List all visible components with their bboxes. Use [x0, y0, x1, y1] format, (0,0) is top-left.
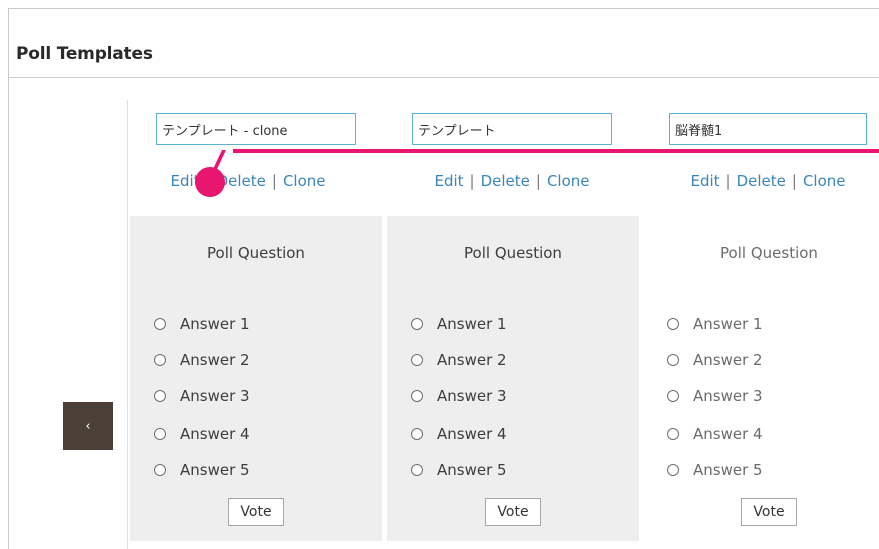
radio-button[interactable] — [154, 390, 166, 402]
radio-button[interactable] — [667, 428, 679, 440]
answer-option[interactable]: Answer 3 — [667, 386, 763, 406]
answer-label: Answer 5 — [437, 461, 507, 479]
template-name-input-1[interactable] — [156, 113, 356, 145]
answer-option[interactable]: Answer 4 — [667, 424, 763, 444]
poll-question: Poll Question — [720, 244, 818, 262]
panel-title: Poll Templates — [16, 44, 153, 64]
answer-label: Answer 5 — [693, 461, 763, 479]
answer-label: Answer 1 — [693, 315, 763, 333]
radio-button[interactable] — [411, 354, 423, 366]
answer-option[interactable]: Answer 2 — [411, 350, 507, 370]
answer-label: Answer 4 — [437, 425, 507, 443]
radio-button[interactable] — [411, 318, 423, 330]
answer-label: Answer 3 — [437, 387, 507, 405]
answer-option[interactable]: Answer 4 — [411, 424, 507, 444]
edit-link[interactable]: Edit — [690, 172, 719, 190]
template-name-input-3[interactable] — [669, 113, 867, 145]
link-separator: | — [535, 172, 541, 190]
answer-label: Answer 2 — [437, 351, 507, 369]
answer-option[interactable]: Answer 1 — [667, 314, 763, 334]
answer-option[interactable]: Answer 5 — [667, 460, 763, 480]
radio-button[interactable] — [667, 390, 679, 402]
link-separator: | — [791, 172, 797, 190]
answer-label: Answer 1 — [180, 315, 250, 333]
answer-option[interactable]: Answer 5 — [411, 460, 507, 480]
poll-preview-card-1: Poll Question Answer 1 Answer 2 Answer 3… — [130, 216, 382, 541]
title-divider — [8, 77, 879, 78]
radio-button[interactable] — [667, 464, 679, 476]
answer-option[interactable]: Answer 1 — [411, 314, 507, 334]
vote-button[interactable]: Vote — [228, 498, 284, 526]
clone-link[interactable]: Clone — [547, 172, 590, 190]
link-separator: | — [469, 172, 475, 190]
radio-button[interactable] — [411, 428, 423, 440]
answer-label: Answer 4 — [180, 425, 250, 443]
poll-preview-card-3: Poll Question Answer 1 Answer 2 Answer 3… — [643, 216, 879, 541]
radio-button[interactable] — [154, 464, 166, 476]
radio-button[interactable] — [411, 390, 423, 402]
answer-option[interactable]: Answer 3 — [154, 386, 250, 406]
poll-question: Poll Question — [207, 244, 305, 262]
radio-button[interactable] — [411, 464, 423, 476]
answer-option[interactable]: Answer 2 — [667, 350, 763, 370]
radio-button[interactable] — [667, 318, 679, 330]
clone-link[interactable]: Clone — [283, 172, 326, 190]
poll-question: Poll Question — [464, 244, 562, 262]
radio-button[interactable] — [154, 428, 166, 440]
clone-link[interactable]: Clone — [803, 172, 846, 190]
link-separator: | — [271, 172, 277, 190]
answer-label: Answer 1 — [437, 315, 507, 333]
answer-label: Answer 3 — [180, 387, 250, 405]
carousel-divider — [127, 100, 128, 549]
answer-option[interactable]: Answer 1 — [154, 314, 250, 334]
template-actions-3: Edit | Delete | Clone — [668, 172, 868, 192]
radio-button[interactable] — [154, 354, 166, 366]
poll-preview-card-2: Poll Question Answer 1 Answer 2 Answer 3… — [387, 216, 639, 541]
edit-link[interactable]: Edit — [434, 172, 463, 190]
chevron-left-icon: ‹ — [85, 418, 91, 434]
answer-option[interactable]: Answer 4 — [154, 424, 250, 444]
carousel-prev-button[interactable]: ‹ — [63, 402, 113, 450]
vote-button[interactable]: Vote — [485, 498, 541, 526]
answer-label: Answer 2 — [180, 351, 250, 369]
answer-option[interactable]: Answer 3 — [411, 386, 507, 406]
template-actions-2: Edit | Delete | Clone — [412, 172, 612, 192]
vote-button[interactable]: Vote — [741, 498, 797, 526]
radio-button[interactable] — [667, 354, 679, 366]
answer-label: Answer 5 — [180, 461, 250, 479]
answer-option[interactable]: Answer 2 — [154, 350, 250, 370]
answer-option[interactable]: Answer 5 — [154, 460, 250, 480]
answer-label: Answer 3 — [693, 387, 763, 405]
delete-link[interactable]: Delete — [481, 172, 530, 190]
radio-button[interactable] — [154, 318, 166, 330]
template-name-input-2[interactable] — [412, 113, 612, 145]
callout-dot — [195, 167, 225, 197]
link-separator: | — [725, 172, 731, 190]
delete-link[interactable]: Delete — [737, 172, 786, 190]
template-actions-1: Edit|Delete|Clone — [148, 172, 348, 192]
answer-label: Answer 2 — [693, 351, 763, 369]
callout-line — [233, 149, 879, 153]
answer-label: Answer 4 — [693, 425, 763, 443]
